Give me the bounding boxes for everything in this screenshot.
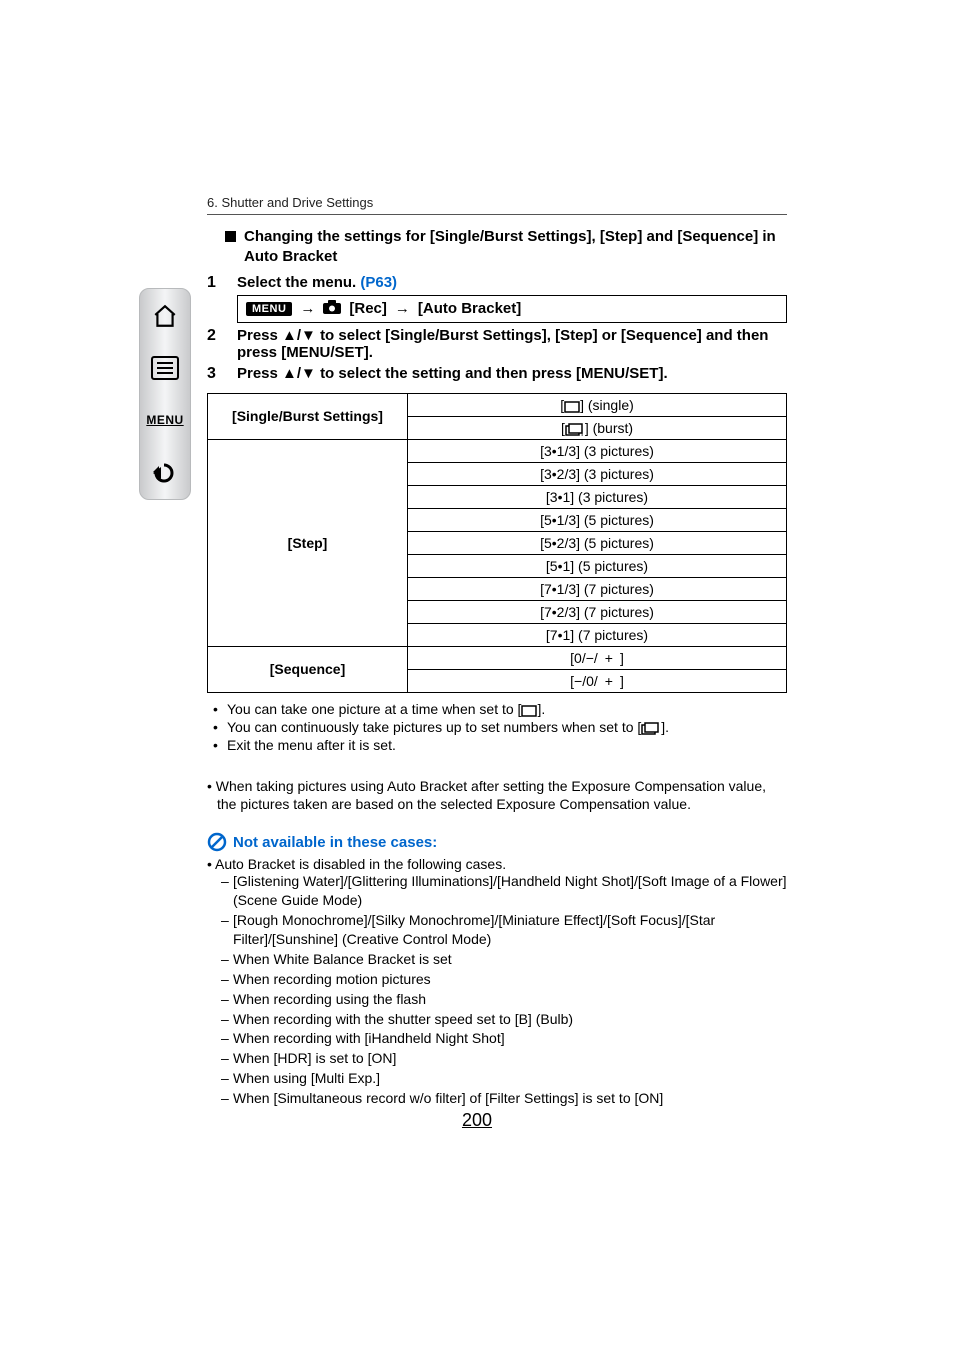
menu-path: MENU → [Rec] → [Auto Bracket] <box>237 295 787 323</box>
unavailable-heading-text: Not available in these cases: <box>233 834 437 851</box>
step-text: Press ▲/▼ to select [Single/Burst Settin… <box>237 327 787 361</box>
camera-icon <box>323 300 341 318</box>
arrow-icon: → <box>300 300 315 317</box>
numbered-steps: 1 Select the menu. (P63) MENU → [Rec] → … <box>207 274 787 383</box>
divider <box>207 214 787 215</box>
cell-suffix: ] (single) <box>580 397 634 413</box>
arrow-icon: → <box>395 300 410 317</box>
page-content: 6. Shutter and Drive Settings Changing t… <box>207 195 787 1109</box>
table-cell: [3•1/3] (3 pictures) <box>408 439 787 462</box>
list-item: When recording with [iHandheld Night Sho… <box>221 1029 787 1048</box>
table-cell: [5•1/3] (5 pictures) <box>408 508 787 531</box>
table-row-label: [Step] <box>208 439 408 646</box>
step-3: 3 Press ▲/▼ to select the setting and th… <box>207 365 787 383</box>
svg-text:I: I <box>581 429 583 436</box>
menu-target: [Auto Bracket] <box>418 300 521 317</box>
table-cell: [5•2/3] (5 pictures) <box>408 531 787 554</box>
prohibit-icon <box>207 832 227 852</box>
settings-table: [Single/Burst Settings] [] (single) [I] … <box>207 393 787 693</box>
step-number: 1 <box>207 274 223 323</box>
single-icon <box>521 705 537 717</box>
list-item: When recording with the shutter speed se… <box>221 1010 787 1029</box>
list-item: When White Balance Bracket is set <box>221 950 787 969</box>
menu-label: MENU <box>146 413 183 427</box>
step-1: 1 Select the menu. (P63) MENU → [Rec] → … <box>207 274 787 323</box>
list-item: Exit the menu after it is set. <box>227 737 787 753</box>
square-bullet-icon <box>225 231 236 242</box>
step-text: Select the menu. <box>237 274 360 291</box>
side-nav: MENU <box>139 288 191 500</box>
table-cell: [7•2/3] (7 pictures) <box>408 600 787 623</box>
step-2: 2 Press ▲/▼ to select [Single/Burst Sett… <box>207 327 787 361</box>
table-cell: [0/−/ + ] <box>408 646 787 669</box>
table-row-label: [Sequence] <box>208 646 408 692</box>
page-link[interactable]: (P63) <box>360 274 397 291</box>
single-icon <box>564 401 580 413</box>
note-text: When taking pictures using Auto Bracket … <box>207 777 787 815</box>
list-item: When [HDR] is set to [ON] <box>221 1049 787 1068</box>
step-number: 2 <box>207 327 223 361</box>
info-bullets: You can take one picture at a time when … <box>207 701 787 753</box>
menu-badge-icon: MENU <box>246 302 292 316</box>
menu-icon[interactable]: MENU <box>150 405 180 435</box>
burst-icon: I <box>565 423 585 436</box>
table-cell: [7•1] (7 pictures) <box>408 623 787 646</box>
section-heading: Changing the settings for [Single/Burst … <box>207 227 787 268</box>
toc-icon[interactable] <box>150 353 180 383</box>
step-text: Press ▲/▼ to select the setting and then… <box>237 365 787 383</box>
unavailable-list: Auto Bracket is disabled in the followin… <box>207 856 787 1108</box>
home-icon[interactable] <box>150 301 180 331</box>
table-cell: [5•1] (5 pictures) <box>408 554 787 577</box>
table-row-label: [Single/Burst Settings] <box>208 393 408 439</box>
table-cell: [3•2/3] (3 pictures) <box>408 462 787 485</box>
menu-rec: [Rec] <box>349 300 387 317</box>
chapter-heading: 6. Shutter and Drive Settings <box>207 195 787 210</box>
back-icon[interactable] <box>150 457 180 487</box>
unavailable-intro: Auto Bracket is disabled in the followin… <box>207 856 787 872</box>
list-item: You can take one picture at a time when … <box>227 701 787 717</box>
section-heading-text: Changing the settings for [Single/Burst … <box>244 227 787 268</box>
list-item: When [Simultaneous record w/o filter] of… <box>221 1089 787 1108</box>
burst-icon <box>641 722 661 735</box>
list-item: [Rough Monochrome]/[Silky Monochrome]/[M… <box>221 911 787 949</box>
step-number: 3 <box>207 365 223 383</box>
table-cell: [] (single) <box>408 393 787 416</box>
cell-suffix: ] (burst) <box>585 420 633 436</box>
table-cell: [−/0/ + ] <box>408 669 787 692</box>
list-item: [Glistening Water]/[Glittering Illuminat… <box>221 872 787 910</box>
list-item: When recording motion pictures <box>221 970 787 989</box>
page-number: 200 <box>0 1110 954 1131</box>
unavailable-heading: Not available in these cases: <box>207 832 787 852</box>
list-item: You can continuously take pictures up to… <box>227 719 787 735</box>
list-item: When recording using the flash <box>221 990 787 1009</box>
table-cell: [7•1/3] (7 pictures) <box>408 577 787 600</box>
list-item: When using [Multi Exp.] <box>221 1069 787 1088</box>
table-cell: [3•1] (3 pictures) <box>408 485 787 508</box>
table-cell: [I] (burst) <box>408 416 787 439</box>
